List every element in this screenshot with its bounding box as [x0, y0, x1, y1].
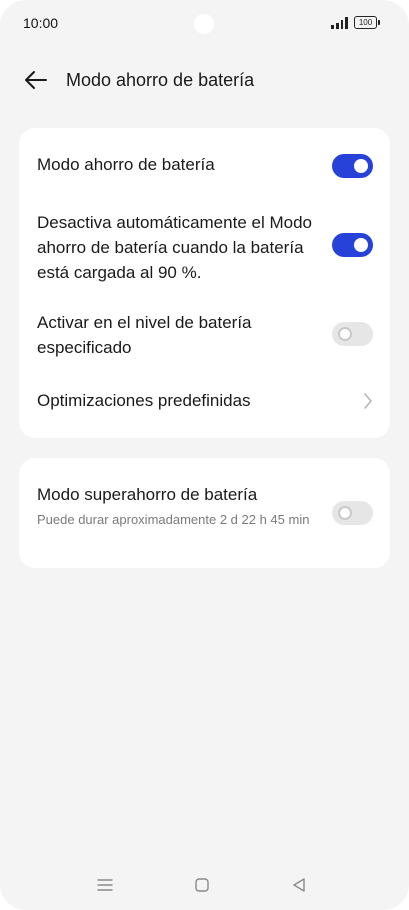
setting-row-predefined-optimizations[interactable]: Optimizaciones predefinidas [19, 386, 390, 416]
home-icon[interactable] [192, 876, 212, 894]
signal-icon [331, 16, 348, 29]
setting-row-auto-disable[interactable]: Desactiva automáticamente el Modo ahorro… [19, 210, 390, 286]
super-saver-toggle[interactable] [332, 501, 373, 525]
page-title: Modo ahorro de batería [66, 70, 255, 90]
status-time: 10:00 [23, 15, 59, 31]
setting-row-battery-saver[interactable]: Modo ahorro de batería [19, 150, 390, 180]
setting-row-activate-level[interactable]: Activar en el nivel de batería especific… [19, 310, 390, 362]
setting-sublabel: Puede durar aproximadamente 2 d 22 h 45 … [37, 512, 310, 527]
setting-row-super-saver[interactable]: Modo superahorro de batería Puede durar … [19, 480, 390, 550]
phone-screen: 10:00 100 Modo ahorro de batería Modo ah… [0, 0, 409, 910]
setting-label: Desactiva automáticamente el Modo ahorro… [37, 213, 312, 282]
back-triangle-icon[interactable] [289, 876, 309, 894]
toggle-knob [354, 159, 368, 173]
toggle-knob [338, 506, 352, 520]
page-header: Modo ahorro de batería [0, 58, 409, 102]
toggle-knob [338, 327, 352, 341]
auto-disable-toggle[interactable] [332, 233, 373, 257]
toggle-knob [354, 238, 368, 252]
battery-saver-toggle[interactable] [332, 154, 373, 178]
status-bar: 10:00 100 [0, 0, 409, 48]
settings-card-battery-saver: Modo ahorro de batería Desactiva automát… [19, 128, 390, 438]
menu-icon[interactable] [95, 876, 115, 894]
setting-label: Optimizaciones predefinidas [37, 391, 251, 410]
arrow-left-icon[interactable] [24, 69, 48, 91]
setting-label: Modo superahorro de batería [37, 485, 258, 504]
settings-card-super-saver: Modo superahorro de batería Puede durar … [19, 458, 390, 568]
activate-level-toggle[interactable] [332, 322, 373, 346]
camera-cutout [194, 14, 214, 34]
setting-label: Modo ahorro de batería [37, 155, 215, 174]
chevron-right-icon [364, 393, 372, 409]
battery-level: 100 [358, 18, 373, 27]
navigation-bar [0, 860, 409, 910]
battery-icon: 100 [354, 16, 380, 29]
setting-label: Activar en el nivel de batería especific… [37, 313, 252, 357]
